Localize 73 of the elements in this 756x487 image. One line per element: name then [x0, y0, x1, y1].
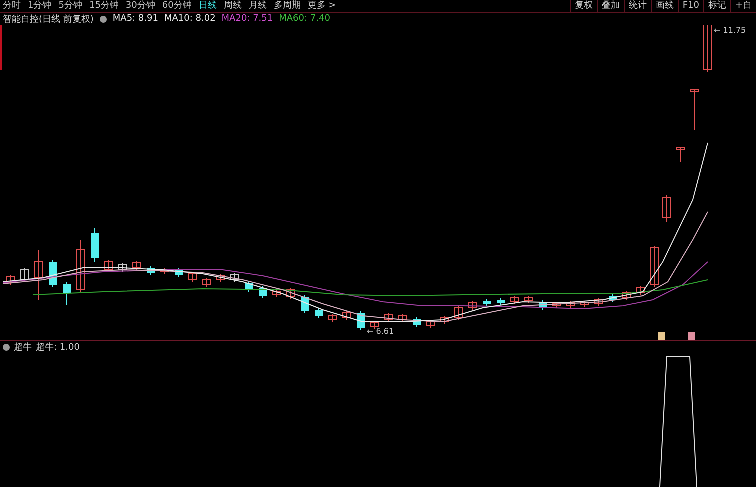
chart-title: 智能自控(日线 前复权) [3, 14, 94, 26]
period-tab[interactable]: 月线 [248, 0, 267, 12]
candlestick [483, 298, 491, 306]
period-tab[interactable]: 5分钟 [58, 0, 82, 12]
candlestick [622, 290, 632, 300]
candlestick [650, 246, 660, 288]
indicator-value: MA5: 8.91 [112, 14, 158, 24]
indicator-value: MA20: 7.51 [222, 14, 274, 24]
candlestick [147, 266, 155, 276]
candlestick [690, 90, 700, 130]
candlestick [91, 228, 99, 262]
candlestick [636, 286, 646, 296]
candlestick [370, 320, 380, 330]
candlestick [272, 290, 282, 298]
candlestick [34, 250, 44, 300]
candlestick [704, 25, 712, 72]
candlestick [245, 280, 253, 292]
candlestick [552, 302, 562, 308]
candlestick [662, 194, 672, 222]
period-tab[interactable]: 分时 [3, 0, 21, 12]
period-tab[interactable]: 周线 [224, 0, 242, 12]
signal-marker-icon [658, 332, 665, 340]
candlestick [188, 272, 198, 282]
settings-icon[interactable] [100, 16, 107, 22]
period-tab[interactable]: 多周期 [274, 0, 301, 12]
indicator-reading: 超牛: 1.00 [36, 342, 80, 354]
candlestick [524, 296, 534, 304]
candlestick [609, 294, 617, 302]
candlestick [398, 314, 408, 322]
candlestick [175, 268, 183, 278]
period-tab[interactable]: 30分钟 [126, 0, 156, 12]
candlestick [594, 298, 604, 306]
candlestick [566, 300, 576, 308]
candlestick [76, 240, 86, 292]
candlestick [202, 278, 212, 288]
high-price-label: ← 11.75 [714, 26, 746, 35]
candlestick [6, 274, 16, 286]
candlestick [216, 274, 226, 282]
candlestick [384, 312, 394, 322]
candlestick [426, 320, 436, 328]
candlestick [413, 316, 421, 328]
candlestick [118, 262, 128, 272]
candlestick [580, 300, 590, 308]
indicator-value: MA10: 8.02 [164, 14, 216, 24]
active-edge-marker [0, 25, 2, 70]
candlestick [497, 298, 505, 306]
candlestick [510, 296, 520, 304]
candlestick [539, 300, 547, 310]
candlestick [440, 316, 450, 324]
settings-icon[interactable] [3, 344, 10, 350]
candlestick [132, 260, 142, 270]
candlestick [328, 314, 338, 322]
candlestick [104, 260, 114, 272]
candlestick [676, 148, 686, 162]
candlestick [468, 300, 478, 310]
signal-marker-icon [688, 332, 695, 340]
period-tab[interactable]: 60分钟 [162, 0, 192, 12]
candlestick [20, 268, 30, 282]
candlestick [454, 306, 464, 320]
candlestick [230, 272, 240, 282]
indicator-value: MA60: 7.40 [279, 14, 330, 24]
candlestick [63, 282, 71, 306]
period-tab[interactable]: 15分钟 [89, 0, 119, 12]
candlestick [160, 268, 170, 274]
candlestick [342, 310, 352, 320]
candlestick [315, 308, 323, 318]
period-tab[interactable]: 日线 [198, 0, 217, 12]
low-price-label: ← 6.61 [367, 327, 394, 336]
candlestick [259, 286, 267, 298]
candlestick [286, 288, 296, 300]
period-tab[interactable]: 更多 > [308, 0, 336, 12]
indicator-title: 超牛 [14, 342, 32, 354]
period-tab[interactable]: 1分钟 [28, 0, 52, 12]
